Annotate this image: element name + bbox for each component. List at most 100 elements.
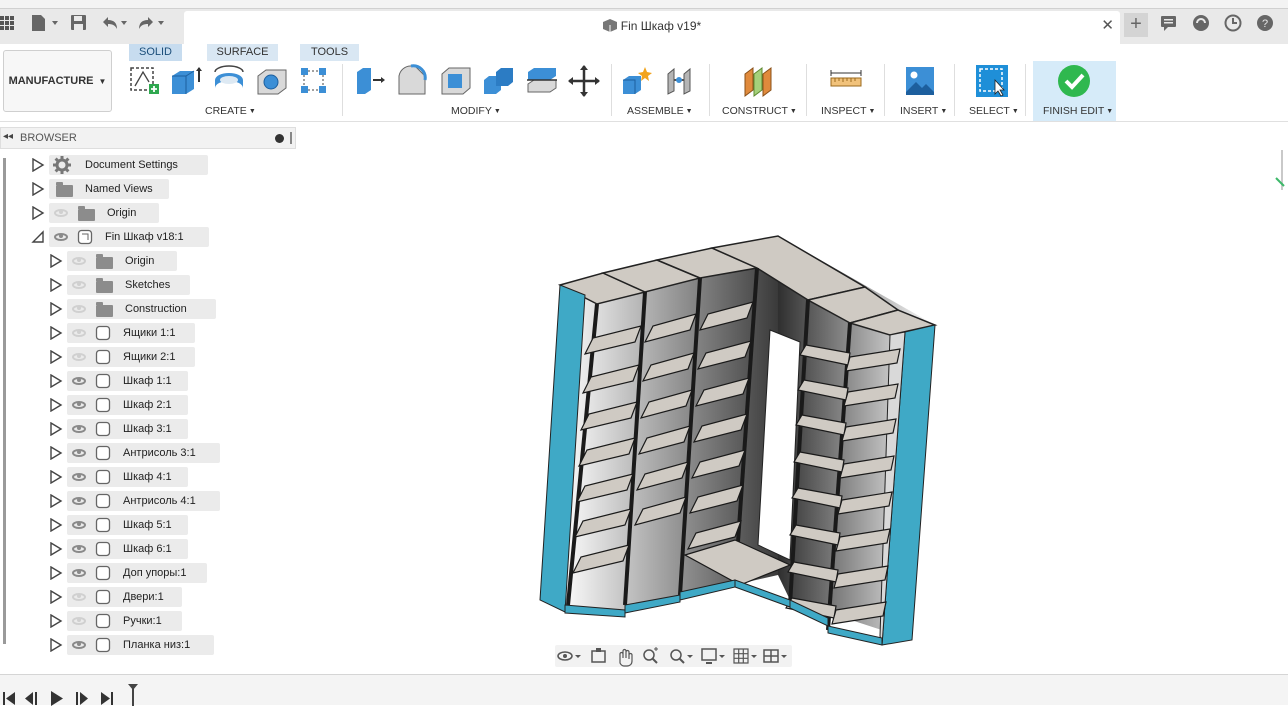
tab-surface[interactable]: SURFACE: [207, 44, 278, 61]
zoom-icon[interactable]: [643, 647, 658, 664]
create-sketch-icon[interactable]: [127, 64, 161, 98]
shell-icon[interactable]: [439, 64, 473, 98]
separator: [709, 64, 710, 116]
revolve-icon[interactable]: [212, 64, 246, 98]
svg-text:?: ?: [1262, 18, 1268, 30]
insert-menu[interactable]: INSERT ▼: [900, 105, 947, 117]
document-cube-icon: [602, 19, 617, 32]
clock-icon[interactable]: [1224, 14, 1242, 32]
separator: [611, 64, 612, 116]
navigation-bar: [555, 645, 792, 667]
browser-panel-header: ◂◂ BROWSER: [0, 127, 296, 149]
model-viewport[interactable]: [0, 150, 1288, 670]
job-status-icon[interactable]: [1160, 14, 1178, 32]
separator: [806, 64, 807, 116]
hole-icon[interactable]: [255, 64, 289, 98]
timeline-marker-icon[interactable]: [128, 684, 138, 706]
app-grid-icon[interactable]: [0, 15, 16, 31]
separator: [884, 64, 885, 116]
inspect-menu[interactable]: INSPECT ▼: [821, 105, 875, 117]
select-label: SELECT: [969, 105, 1010, 117]
chevron-down-icon: ▼: [1011, 108, 1019, 115]
close-tab-icon[interactable]: ✕: [1101, 16, 1114, 34]
tab-solid[interactable]: SOLID: [129, 44, 182, 61]
tab-tools[interactable]: TOOLS: [300, 44, 359, 61]
minimize-browser-icon[interactable]: [275, 134, 284, 143]
save-icon[interactable]: [70, 14, 88, 32]
modify-label: MODIFY: [451, 105, 492, 117]
assemble-menu[interactable]: ASSEMBLE ▼: [627, 105, 693, 117]
go-to-start-icon[interactable]: [3, 692, 15, 705]
fillet-icon[interactable]: [396, 64, 430, 98]
chevron-down-icon: ▼: [1106, 108, 1114, 115]
orbit-icon[interactable]: [557, 651, 581, 661]
finish-check-icon[interactable]: [1057, 64, 1091, 98]
grid-settings-icon[interactable]: [733, 648, 757, 664]
chevron-down-icon: ▼: [789, 108, 797, 115]
chevron-down-icon: ▼: [868, 108, 876, 115]
separator: [954, 64, 955, 116]
viewports-icon[interactable]: [763, 649, 787, 663]
play-icon[interactable]: [51, 691, 63, 706]
help-icon[interactable]: ?: [1256, 14, 1274, 32]
new-component-icon[interactable]: [620, 64, 654, 98]
create-label: CREATE: [205, 105, 247, 117]
joint-icon[interactable]: [664, 64, 698, 98]
view-cube-icon[interactable]: [1275, 150, 1285, 190]
construct-menu[interactable]: CONSTRUCT ▼: [722, 105, 797, 117]
undo-icon[interactable]: [100, 14, 128, 32]
modify-menu[interactable]: MODIFY ▼: [451, 105, 501, 117]
extensions-icon[interactable]: [1192, 14, 1210, 32]
redo-icon[interactable]: [136, 14, 166, 32]
top-strip: [0, 0, 1288, 8]
fit-icon[interactable]: [670, 649, 693, 664]
inspect-label: INSPECT: [821, 105, 867, 117]
pan-icon[interactable]: [619, 648, 633, 667]
chevron-down-icon: ▼: [493, 108, 501, 115]
browser-title: BROWSER: [20, 132, 77, 144]
step-back-icon[interactable]: [25, 692, 37, 705]
workspace-switcher[interactable]: MANUFACTURE ▼: [3, 50, 112, 112]
ribbon-toolbar: MANUFACTURE ▼ SOLID SURFACE TOOLS CREATE ▼…: [0, 44, 1288, 122]
cabinet-model: [539, 235, 938, 646]
step-forward-icon[interactable]: [76, 692, 88, 705]
split-body-icon[interactable]: [525, 64, 559, 98]
pin-browser-icon[interactable]: [290, 132, 292, 144]
chevron-down-icon: ▼: [685, 108, 693, 115]
press-pull-icon[interactable]: [353, 64, 387, 98]
quick-access-toolbar: [0, 13, 166, 33]
move-icon[interactable]: [567, 64, 601, 98]
document-title-text: Fin Шкаф v19*: [620, 19, 702, 33]
go-to-end-icon[interactable]: [101, 692, 113, 705]
new-tab-button[interactable]: +: [1124, 13, 1148, 37]
look-at-icon[interactable]: [591, 648, 606, 663]
document-tab[interactable]: Fin Шкаф v19* ✕: [184, 11, 1120, 44]
measure-icon[interactable]: [829, 64, 863, 98]
display-settings-icon[interactable]: [701, 648, 725, 664]
insert-image-icon[interactable]: [903, 64, 937, 98]
assemble-label: ASSEMBLE: [627, 105, 684, 117]
chevron-down-icon: ▼: [940, 108, 948, 115]
document-title: Fin Шкаф v19*: [184, 19, 1120, 33]
chevron-down-icon: ▼: [248, 108, 256, 115]
timeline-bar: [0, 674, 1288, 706]
select-icon[interactable]: [975, 64, 1009, 98]
finish-edit-label: FINISH EDIT: [1043, 105, 1105, 117]
separator: [342, 64, 343, 116]
plinth: [827, 625, 883, 646]
combine-icon[interactable]: [482, 64, 516, 98]
finish-edit-button[interactable]: FINISH EDIT ▼: [1043, 105, 1113, 117]
construct-label: CONSTRUCT: [722, 105, 788, 117]
collapse-browser-icon[interactable]: ◂◂: [3, 131, 13, 142]
workspace-label: MANUFACTURE: [8, 75, 94, 87]
separator: [1025, 64, 1026, 116]
extrude-icon[interactable]: [169, 64, 203, 98]
select-menu[interactable]: SELECT ▼: [969, 105, 1019, 117]
pattern-icon[interactable]: [297, 64, 331, 98]
top-right-icons: ?: [1160, 14, 1274, 32]
offset-plane-icon[interactable]: [741, 64, 775, 98]
chevron-down-icon: ▼: [98, 76, 107, 86]
plinth: [734, 579, 791, 608]
file-icon[interactable]: [30, 14, 60, 32]
create-menu[interactable]: CREATE ▼: [205, 105, 256, 117]
